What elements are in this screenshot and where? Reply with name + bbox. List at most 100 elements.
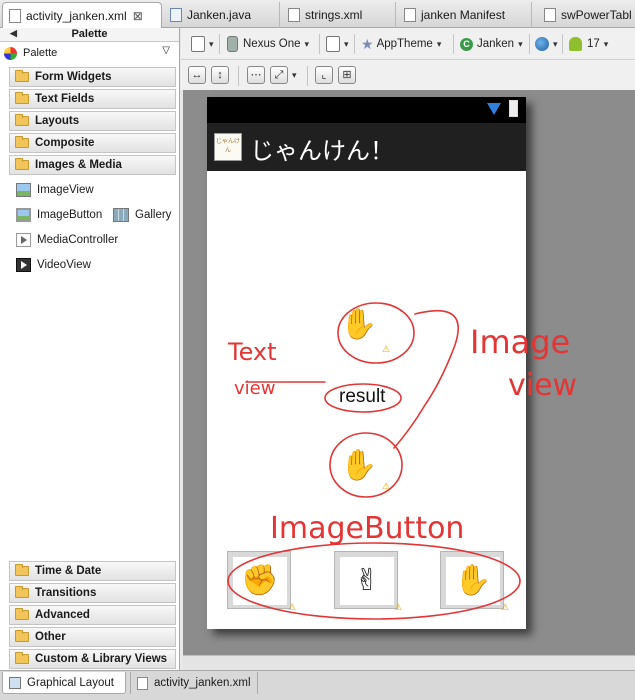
close-icon[interactable]: ⊠: [133, 9, 143, 23]
folder-icon: [15, 564, 29, 576]
show-margins-icon[interactable]: ⋯: [247, 66, 265, 84]
palette-item-videoview[interactable]: VideoView: [16, 256, 91, 274]
palette-item-gallery[interactable]: Gallery: [113, 206, 171, 224]
category-layouts[interactable]: Layouts: [9, 111, 176, 131]
tab-activity-janken-xml[interactable]: activity_janken.xml ⊠: [2, 2, 162, 28]
xml-file-icon: [9, 8, 21, 23]
palette-item-imageview[interactable]: ImageView: [16, 181, 94, 199]
app-icon: じゃんけん: [214, 133, 242, 161]
warning-icon: ⚠: [382, 481, 391, 491]
palette-header: ◀ Palette: [0, 28, 179, 42]
palette-mode-select[interactable]: Palette ▽: [4, 44, 176, 62]
palette-icon: [4, 46, 17, 60]
fit-width-icon[interactable]: ↔: [188, 66, 206, 84]
chevron-down-icon: ▾: [304, 38, 310, 49]
layout-horizontal-icon[interactable]: ⌞: [315, 66, 333, 84]
manifest-file-icon: [404, 8, 416, 22]
chevron-down-icon: ▾: [292, 69, 297, 80]
category-text-fields[interactable]: Text Fields: [9, 89, 176, 109]
fit-height-icon[interactable]: ↕: [211, 66, 229, 84]
palette-item-imagebutton[interactable]: ImageButton: [16, 206, 102, 224]
tab-label: activity_janken.xml: [154, 677, 251, 689]
category-transitions[interactable]: Transitions: [9, 583, 176, 603]
tab-graphical-layout[interactable]: Graphical Layout: [2, 672, 126, 694]
chevron-down-icon: ▾: [553, 38, 558, 49]
category-label: Custom & Library Views: [35, 653, 168, 665]
category-custom-library-views[interactable]: Custom & Library Views: [9, 649, 176, 669]
tab-swpowertabl[interactable]: swPowerTabl: [538, 2, 635, 28]
category-form-widgets[interactable]: Form Widgets: [9, 67, 176, 87]
palette-select-label: Palette: [23, 47, 58, 59]
chevron-down-icon[interactable]: ▽: [162, 45, 170, 56]
palette-item-label: MediaController: [37, 234, 119, 246]
category-label: Composite: [35, 137, 95, 149]
category-label: Images & Media: [35, 159, 122, 171]
folder-icon: [15, 114, 29, 126]
warning-icon: ⚠: [501, 602, 510, 612]
palette-item-label: VideoView: [37, 259, 91, 271]
expand-icon[interactable]: ⤢: [270, 66, 288, 84]
tab-label: Graphical Layout: [27, 676, 114, 689]
locale-selector[interactable]: ▾: [535, 34, 558, 54]
rotate-icon: [326, 36, 340, 52]
folder-icon: [15, 586, 29, 598]
open-hand-icon: ✋: [340, 448, 378, 483]
result-textview[interactable]: result: [339, 386, 385, 408]
category-label: Time & Date: [35, 565, 102, 577]
layout-file-icon: [191, 36, 205, 52]
orientation-selector[interactable]: ▾: [326, 34, 349, 54]
config-chooser[interactable]: ▾: [191, 34, 214, 54]
mediacontroller-icon: [16, 233, 31, 247]
category-label: Form Widgets: [35, 71, 112, 83]
imageview-player-hand[interactable]: ✋: [340, 451, 377, 481]
category-time-date[interactable]: Time & Date: [9, 561, 176, 581]
tab-strings-xml[interactable]: strings.xml: [282, 2, 396, 28]
category-label: Layouts: [35, 115, 80, 127]
imageview-cpu-hand[interactable]: ✋: [340, 310, 377, 340]
folder-icon: [15, 608, 29, 620]
rock-button[interactable]: ✊: [227, 551, 291, 609]
tab-xml-source[interactable]: activity_janken.xml: [130, 672, 258, 694]
tab-label: Janken.java: [187, 8, 252, 22]
horizontal-scrollbar[interactable]: [183, 655, 635, 670]
category-advanced[interactable]: Advanced: [9, 605, 176, 625]
open-hand-icon: ✋: [340, 307, 378, 342]
videoview-icon: [16, 258, 31, 272]
separator: [562, 34, 563, 54]
category-images-media[interactable]: Images & Media: [9, 155, 176, 175]
device-selector[interactable]: Nexus One ▾: [227, 34, 309, 54]
layout-icon: [9, 676, 21, 689]
paper-button[interactable]: ✋: [440, 551, 504, 609]
xml-file-icon: [544, 8, 556, 22]
xml-file-icon: [137, 676, 148, 690]
scissors-button[interactable]: ✌: [334, 551, 398, 609]
phone-icon: [227, 36, 238, 52]
warning-icon: ⚠: [394, 602, 403, 612]
palette-item-label: Gallery: [135, 209, 172, 221]
api-level-label: 17: [587, 38, 600, 50]
activity-selector[interactable]: C Janken ▾: [460, 34, 523, 54]
theme-selector[interactable]: ★ AppTheme ▾: [361, 34, 441, 54]
palette-title: Palette: [71, 28, 108, 40]
category-label: Text Fields: [35, 93, 95, 105]
api-level-selector[interactable]: 17 ▾: [569, 34, 608, 54]
category-other[interactable]: Other: [9, 627, 176, 647]
separator: [307, 66, 308, 86]
chevron-down-icon: ▾: [603, 38, 609, 49]
expand-dropdown[interactable]: ▾: [288, 65, 297, 85]
app-icon-label: じゃんけん: [215, 139, 240, 154]
open-folder-icon: [15, 158, 29, 170]
tab-janken-manifest[interactable]: janken Manifest: [398, 2, 532, 28]
victory-hand-icon: ✌: [354, 563, 380, 598]
tab-janken-java[interactable]: Janken.java: [164, 2, 280, 28]
separator: [453, 34, 454, 54]
editor-tab-bar: activity_janken.xml ⊠ Janken.java string…: [0, 0, 635, 28]
canvas-toolbar: ↔ ↕ ⋯ ⤢ ▾ ⌞ ⊞: [181, 60, 635, 90]
chevron-down-icon: ▾: [518, 38, 523, 49]
tab-label: activity_janken.xml: [26, 8, 127, 23]
category-composite[interactable]: Composite: [9, 133, 176, 153]
palette-item-mediacontroller[interactable]: MediaController: [16, 231, 118, 249]
collapse-arrow-icon[interactable]: ◀: [10, 28, 17, 39]
layout-vertical-icon[interactable]: ⊞: [338, 66, 356, 84]
layout-toolbar: ▾ Nexus One ▾ ▾ ★ AppTheme ▾ C Janken ▾ …: [181, 28, 635, 60]
